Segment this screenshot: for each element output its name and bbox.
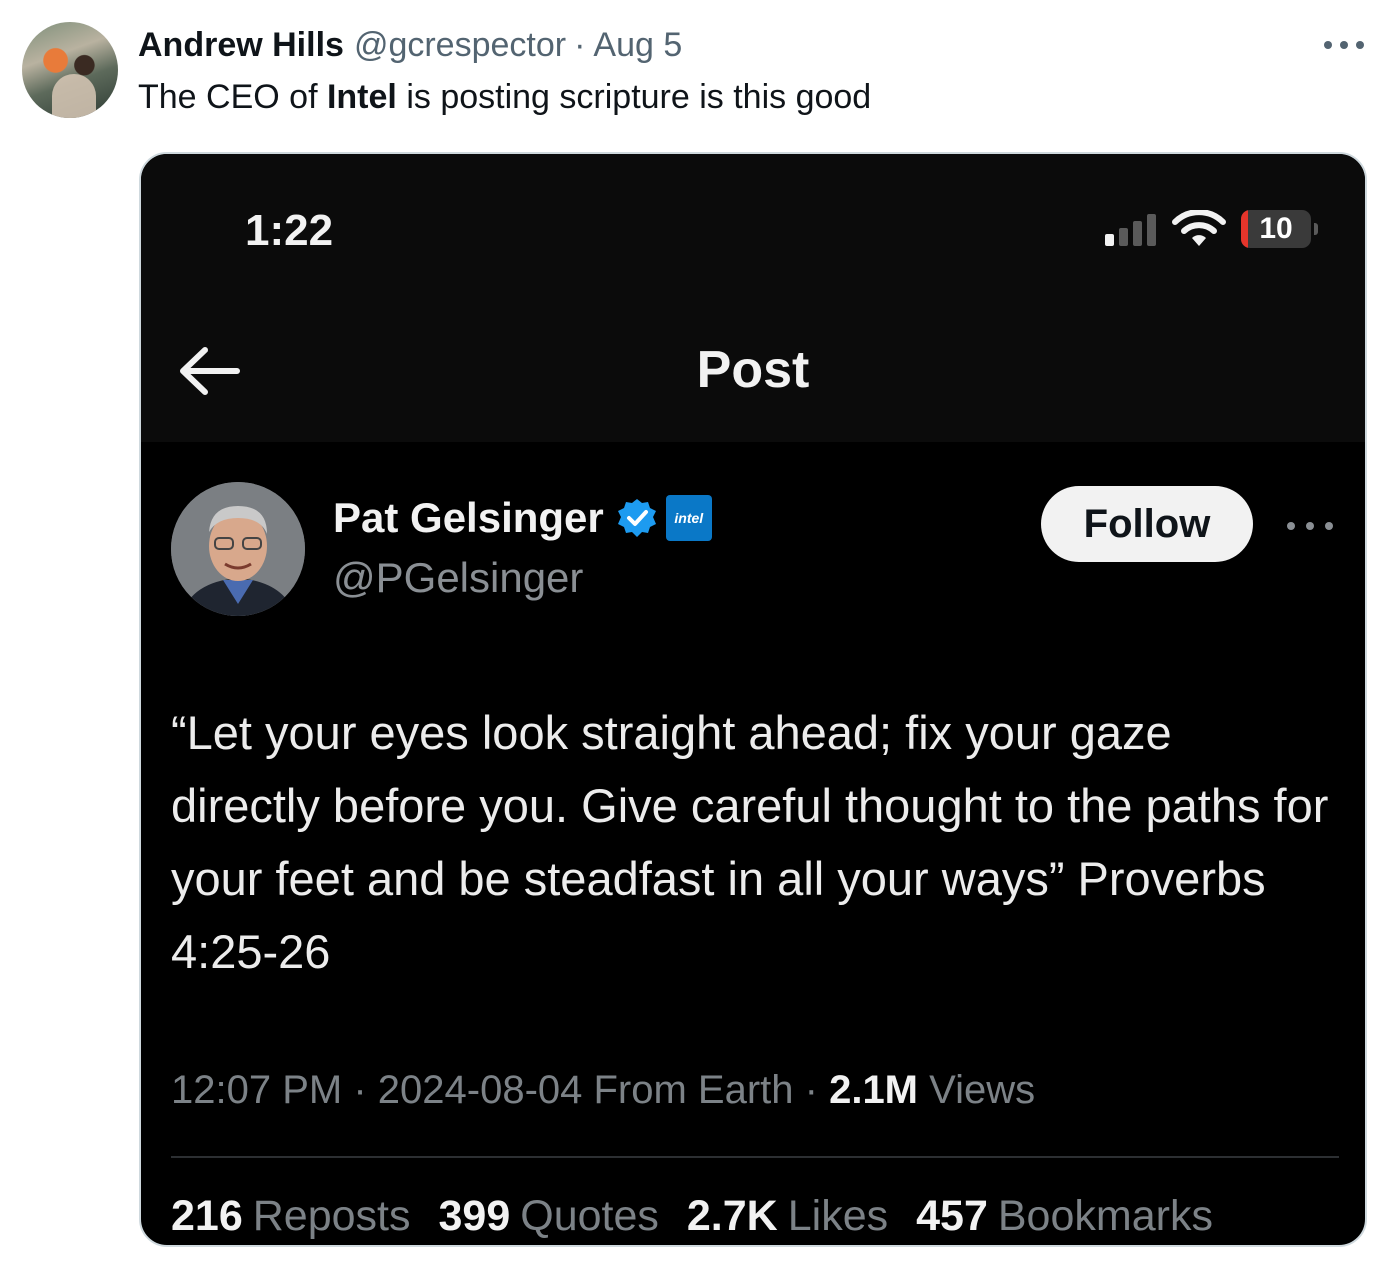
follow-button[interactable]: Follow	[1041, 486, 1253, 562]
stat-count: 399	[438, 1192, 511, 1240]
more-dot	[1306, 522, 1314, 530]
stat-label: Bookmarks	[997, 1192, 1213, 1240]
post-author-name[interactable]: Pat Gelsinger	[333, 494, 604, 542]
stat-reposts[interactable]: 216 Reposts	[171, 1192, 411, 1241]
post-text: “Let your eyes look straight ahead; fix …	[171, 706, 1329, 978]
post-date: 2024-08-04	[377, 1068, 583, 1112]
author-handle[interactable]: @gcrespector	[354, 26, 566, 65]
stat-likes[interactable]: 2.7K Likes	[687, 1192, 888, 1241]
stat-quotes[interactable]: 399 Quotes	[439, 1192, 659, 1241]
page-title: Post	[696, 341, 810, 399]
more-dot	[1325, 522, 1333, 530]
tweet-text-suffix: is posting scripture is this good	[396, 78, 872, 116]
post-author-row: Pat Gelsinger intel	[333, 494, 712, 542]
wifi-icon	[1172, 210, 1226, 246]
separator: ·	[574, 26, 586, 64]
battery-level: 10	[1259, 212, 1293, 245]
stat-count: 2.7K	[686, 1192, 778, 1240]
more-dot	[1340, 41, 1348, 49]
more-dot	[1356, 41, 1364, 49]
stat-label: Reposts	[252, 1192, 411, 1240]
post-date[interactable]: Aug 5	[593, 26, 682, 65]
post-time: 12:07 PM	[171, 1068, 343, 1112]
tweet-text: The CEO of Intel is posting scripture is…	[138, 78, 871, 117]
post-author-handle[interactable]: @PGelsinger	[333, 554, 583, 602]
tweet-header: Andrew Hills @gcrespector · Aug 5	[138, 26, 682, 66]
intel-affiliate-icon[interactable]: intel	[665, 495, 712, 541]
views-label: Views	[918, 1068, 1036, 1112]
stat-count: 457	[916, 1192, 988, 1240]
more-options-icon[interactable]	[1324, 30, 1364, 60]
meta-separator: ·	[342, 1068, 378, 1112]
author-avatar[interactable]	[22, 22, 118, 118]
post-author-avatar[interactable]	[171, 482, 305, 616]
post-stats: 216 Reposts 399 Quotes 2.7K Likes 457 Bookma…	[171, 1192, 1241, 1241]
stat-count: 216	[171, 1192, 243, 1240]
battery-tip	[1314, 223, 1318, 235]
battery-icon: 10	[1241, 210, 1311, 248]
attached-image[interactable]: 1:22 10 Post Pat Gelsinger intel @PGelsi…	[139, 152, 1367, 1247]
avatar-portrait	[171, 482, 305, 616]
tweet-text-prefix: The CEO of	[138, 78, 327, 116]
more-dot	[1287, 522, 1295, 530]
signal-icon	[1105, 214, 1156, 246]
post-location: From Earth	[582, 1068, 794, 1112]
stat-bookmarks[interactable]: 457 Bookmarks	[916, 1192, 1213, 1241]
stat-label: Quotes	[520, 1192, 659, 1240]
post-more-icon[interactable]	[1287, 520, 1333, 532]
tweet-text-bold: Intel	[326, 78, 397, 116]
meta-separator: ·	[793, 1068, 830, 1112]
views-count: 2.1M	[829, 1068, 919, 1112]
stat-label: Likes	[787, 1192, 889, 1240]
post-meta: 12:07 PM · 2024-08-04 From Earth · 2.1M …	[171, 1068, 1035, 1113]
status-time: 1:22	[245, 206, 334, 255]
author-name[interactable]: Andrew Hills	[138, 26, 344, 65]
more-dot	[1324, 41, 1332, 49]
verified-badge-icon	[617, 499, 656, 537]
divider	[171, 1156, 1339, 1158]
